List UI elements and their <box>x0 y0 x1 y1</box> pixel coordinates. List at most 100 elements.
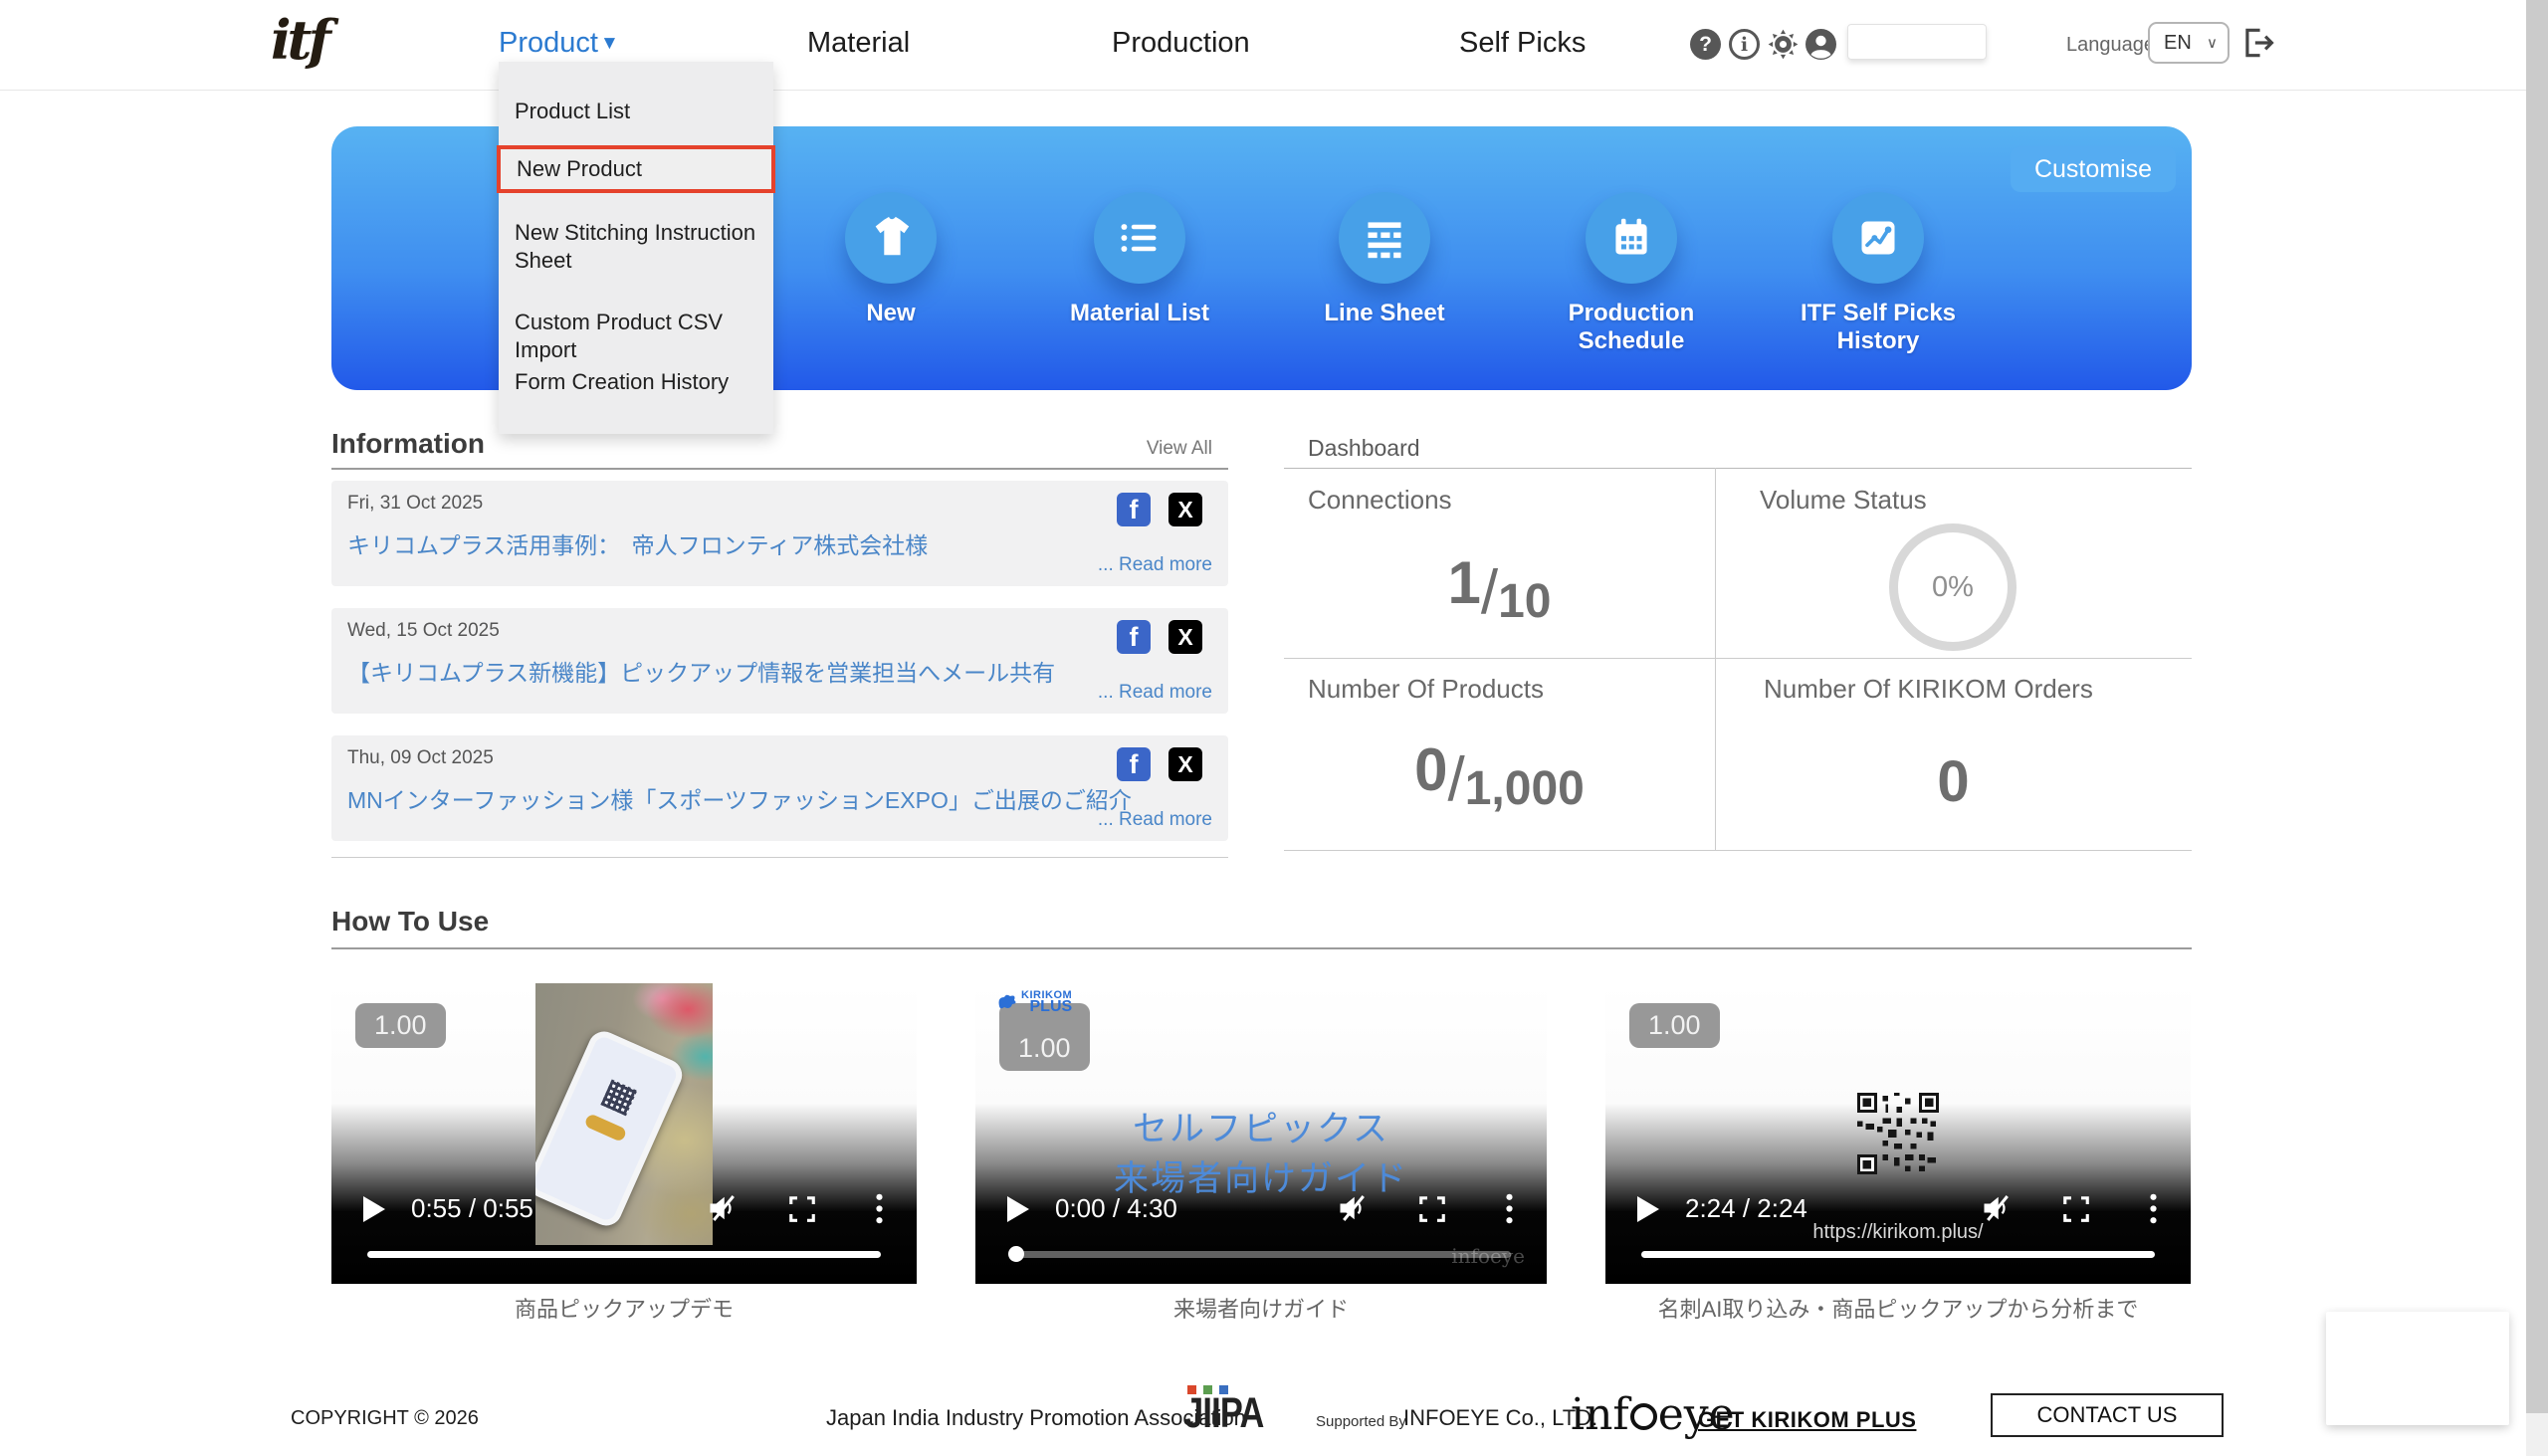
logout-icon[interactable] <box>2239 24 2277 67</box>
kirikom-mascot-icon <box>995 991 1019 1013</box>
video-progress-bar[interactable] <box>1011 1251 1511 1258</box>
help-icon[interactable]: ? <box>1690 29 1721 60</box>
dropdown-item-product-list[interactable]: Product List <box>515 98 759 125</box>
kirikom-orders-value: 0 <box>1715 748 2192 815</box>
mute-icon[interactable] <box>706 1190 742 1231</box>
shortcut-new[interactable]: New <box>781 192 1000 327</box>
video-player-analysis-guide[interactable]: 1.00 h <box>1605 983 2191 1284</box>
dropdown-item-new-product[interactable]: New Product <box>497 145 775 193</box>
how-to-use-divider <box>331 947 2192 949</box>
fullscreen-icon[interactable] <box>1417 1194 1447 1229</box>
fraction-slash: / <box>1481 558 1498 627</box>
jiipa-logo: JIIPA <box>1184 1385 1283 1432</box>
infoeye-company-text: INFOEYE Co., LTD. <box>1403 1405 1597 1431</box>
products-total: 1,000 <box>1465 762 1585 815</box>
news-title-link[interactable]: 【キリコムプラス新機能】ピックアップ情報を営業担当へメール共有 <box>347 654 1055 688</box>
nav-material[interactable]: Material <box>807 27 910 60</box>
mute-icon[interactable] <box>1980 1190 2016 1231</box>
news-date: Wed, 15 Oct 2025 <box>347 620 500 642</box>
volume-status-ring: 0% <box>1889 523 2017 651</box>
mute-icon[interactable] <box>1336 1190 1372 1231</box>
information-title: Information <box>331 428 485 460</box>
fullscreen-icon[interactable] <box>2061 1194 2091 1229</box>
shortcut-line-sheet[interactable]: Line Sheet <box>1275 192 1494 327</box>
video-caption: 名刺AI取り込み・商品ピックアップから分析まで <box>1605 1292 2191 1324</box>
header-input[interactable] <box>1847 24 1987 60</box>
read-more-link[interactable]: ... Read more <box>1098 809 1212 831</box>
line-sheet-icon <box>1339 192 1430 284</box>
floating-panel <box>2326 1312 2509 1425</box>
fullscreen-icon[interactable] <box>787 1194 817 1229</box>
contact-us-button[interactable]: CONTACT US <box>1991 1393 2224 1437</box>
nav-production[interactable]: Production <box>1112 27 1250 60</box>
chevron-down-icon: ▼ <box>600 33 619 54</box>
dropdown-item-label: New Product <box>517 156 642 182</box>
video-controls: 2:24 / 2:24 <box>1605 1188 2191 1228</box>
facebook-icon[interactable]: f <box>1117 620 1151 654</box>
video-overlay-text: セルフピックス <box>975 1101 1547 1151</box>
facebook-icon[interactable]: f <box>1117 747 1151 781</box>
news-title-link[interactable]: キリコムプラス活用事例： 帝人フロンティア株式会社様 <box>347 526 928 560</box>
customise-button[interactable]: Customise <box>2011 146 2176 192</box>
dropdown-item-csv-import[interactable]: Custom Product CSV Import <box>515 309 759 364</box>
shortcut-material-list[interactable]: Material List <box>1030 192 1249 327</box>
chart-icon <box>1832 192 1924 284</box>
scrollbar-end <box>2526 1413 2548 1456</box>
progress-handle[interactable] <box>1008 1246 1024 1262</box>
kirikom-plus-logo: KIRIKOM PLUS <box>995 991 1072 1014</box>
nav-self-picks[interactable]: Self Picks <box>1459 27 1586 60</box>
get-kirikom-plus-link[interactable]: GET KIRIKOM PLUS <box>1698 1407 1916 1433</box>
dashboard-bottom-divider <box>1284 850 2192 851</box>
shortcut-label: New <box>781 300 1000 327</box>
video-progress-bar[interactable] <box>367 1251 881 1258</box>
view-all-link[interactable]: View All <box>1147 438 1212 460</box>
news-title-link[interactable]: MNインターファッション様「スポーツファッションEXPO」ご出展のご紹介 <box>347 781 1132 815</box>
language-value: EN <box>2164 32 2192 55</box>
news-item: Wed, 15 Oct 2025 【キリコムプラス新機能】ピックアップ情報を営業… <box>331 608 1228 714</box>
supported-by-label: Supported By <box>1316 1413 1406 1430</box>
read-more-link[interactable]: ... Read more <box>1098 554 1212 576</box>
kebab-menu-icon[interactable] <box>874 1192 885 1230</box>
shortcut-production-schedule[interactable]: Production Schedule <box>1522 192 1741 356</box>
video-player-pickup-demo[interactable]: 1.00 0:55 / 0:55 <box>331 983 917 1284</box>
how-to-use-title: How To Use <box>331 906 489 937</box>
dropdown-item-form-history[interactable]: Form Creation History <box>515 368 759 396</box>
info-icon[interactable]: i <box>1729 29 1760 60</box>
playback-rate-badge: 1.00 <box>355 1003 446 1048</box>
infoeye-logo-left: inf <box>1571 1389 1629 1440</box>
x-icon[interactable]: X <box>1168 493 1202 526</box>
kebab-menu-icon[interactable] <box>1504 1192 1515 1230</box>
play-button[interactable] <box>1007 1196 1029 1222</box>
fraction-slash: / <box>1448 745 1465 814</box>
gear-icon[interactable] <box>1768 29 1799 60</box>
read-more-link[interactable]: ... Read more <box>1098 682 1212 704</box>
kebab-menu-icon[interactable] <box>2148 1192 2159 1230</box>
infoeye-eye-icon <box>1630 1403 1657 1430</box>
video-progress-bar[interactable] <box>1641 1251 2155 1258</box>
facebook-icon[interactable]: f <box>1117 493 1151 526</box>
nav-product[interactable]: Product▼ <box>499 27 619 60</box>
video-controls: 0:00 / 4:30 <box>975 1188 1547 1228</box>
volume-percent: 0% <box>1932 571 1974 604</box>
x-icon[interactable]: X <box>1168 620 1202 654</box>
chevron-down-icon: ∨ <box>2207 34 2218 52</box>
news-date: Thu, 09 Oct 2025 <box>347 747 494 769</box>
video-time: 0:55 / 0:55 <box>411 1193 533 1224</box>
copyright-text: COPYRIGHT © 2026 <box>291 1407 479 1430</box>
video-player-visitor-guide[interactable]: 1.00 KIRIKOM PLUS セルフピックス 来場者向けガイド infoe… <box>975 983 1547 1284</box>
header: itf Product▼ Material Production Self Pi… <box>0 0 2526 91</box>
play-button[interactable] <box>363 1196 385 1222</box>
video-controls: 0:55 / 0:55 <box>331 1188 917 1228</box>
shortcut-label: Line Sheet <box>1275 300 1494 327</box>
dropdown-item-new-stitching[interactable]: New Stitching Instruction Sheet <box>515 219 759 275</box>
news-date: Fri, 31 Oct 2025 <box>347 493 483 515</box>
x-icon[interactable]: X <box>1168 747 1202 781</box>
play-button[interactable] <box>1637 1196 1659 1222</box>
qr-code <box>1857 1093 1939 1179</box>
account-icon[interactable] <box>1805 29 1836 60</box>
scrollbar[interactable] <box>2526 0 2548 1456</box>
information-divider <box>331 468 1228 470</box>
language-select[interactable]: EN ∨ <box>2148 22 2230 64</box>
itf-logo[interactable]: itf <box>271 8 327 72</box>
shortcut-self-picks-history[interactable]: ITF Self Picks History <box>1769 192 1988 356</box>
